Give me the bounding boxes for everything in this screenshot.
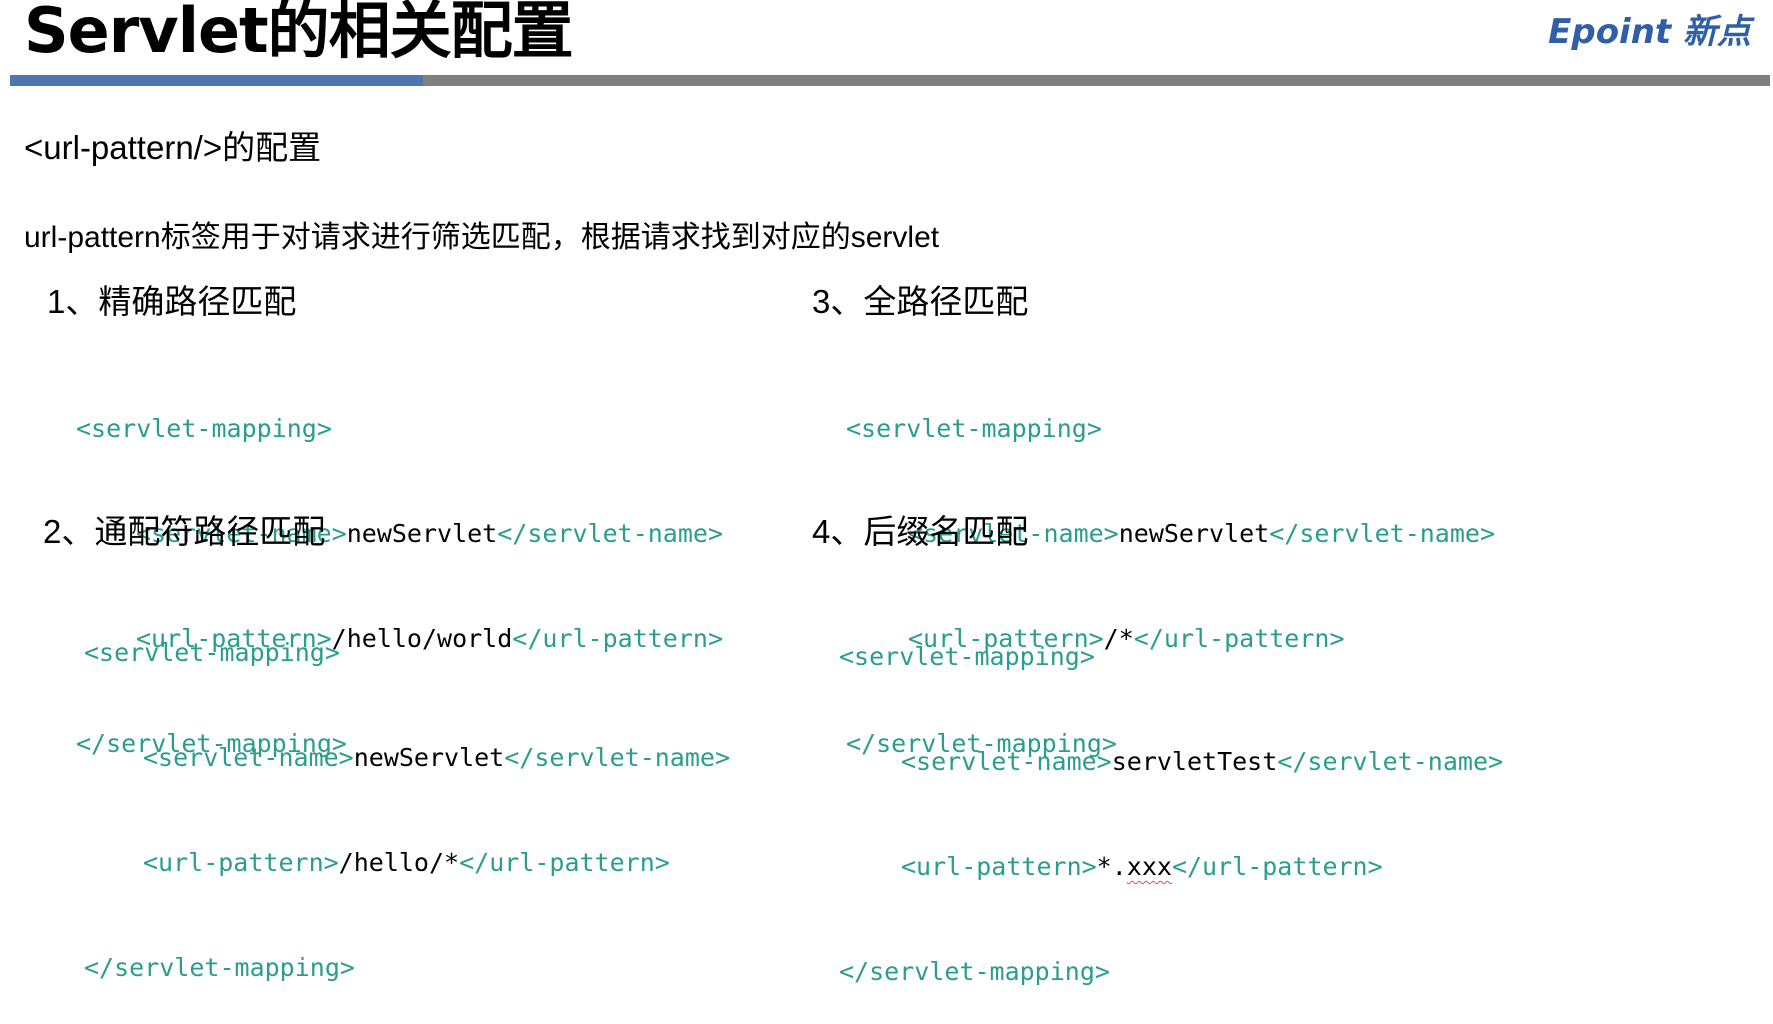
code-tag: <servlet-mapping> bbox=[839, 642, 1095, 671]
divider-accent-bar bbox=[10, 75, 423, 86]
code-line: <url-pattern>/hello/*</url-pattern> bbox=[84, 845, 730, 880]
code-value-spellcheck: xxx bbox=[1126, 852, 1172, 881]
code-line: </servlet-mapping> bbox=[839, 954, 1503, 989]
code-line: <servlet-name>servletTest</servlet-name> bbox=[839, 744, 1503, 779]
code-tag: <servlet-name> bbox=[901, 747, 1112, 776]
code-line: <servlet-mapping> bbox=[84, 635, 730, 670]
divider-gray-bar bbox=[423, 75, 1770, 86]
code-tag: <servlet-mapping> bbox=[76, 414, 332, 443]
code-tag: </servlet-name> bbox=[504, 743, 731, 772]
code-value: newServlet bbox=[1118, 519, 1270, 548]
section-4-heading: 4、后缀名匹配 bbox=[812, 513, 1029, 550]
code-tag: <servlet-name> bbox=[143, 743, 354, 772]
code-value: newServlet bbox=[346, 519, 498, 548]
code-value: *. bbox=[1096, 852, 1127, 881]
section-4-code: <servlet-mapping> <servlet-name>servletT… bbox=[839, 569, 1503, 1024]
section-2-code: <servlet-mapping> <servlet-name>newServl… bbox=[84, 565, 730, 1020]
code-line: <servlet-mapping> bbox=[76, 411, 723, 446]
code-value: newServlet bbox=[353, 743, 505, 772]
code-line: <url-pattern>*.xxx</url-pattern> bbox=[839, 849, 1503, 884]
code-value: servletTest bbox=[1111, 747, 1278, 776]
code-tag: <url-pattern> bbox=[901, 852, 1097, 881]
title-divider bbox=[10, 75, 1770, 86]
code-tag: </url-pattern> bbox=[1171, 852, 1383, 881]
section-2-heading: 2、通配符路径匹配 bbox=[43, 513, 326, 550]
code-tag: </servlet-mapping> bbox=[839, 957, 1110, 986]
section-1-heading: 1、精确路径匹配 bbox=[47, 283, 297, 320]
code-tag: </servlet-name> bbox=[497, 519, 724, 548]
code-line: <servlet-mapping> bbox=[846, 411, 1495, 446]
code-tag: <servlet-mapping> bbox=[846, 414, 1102, 443]
slide-title: Servlet的相关配置 bbox=[24, 0, 574, 67]
intro-text: url-pattern标签用于对请求进行筛选匹配，根据请求找到对应的servle… bbox=[24, 221, 940, 254]
code-tag: </url-pattern> bbox=[459, 848, 670, 877]
subheading: <url-pattern/>的配置 bbox=[24, 129, 322, 166]
code-tag: </servlet-name> bbox=[1269, 519, 1496, 548]
code-value: /hello/* bbox=[338, 848, 460, 877]
code-tag: <url-pattern> bbox=[143, 848, 339, 877]
code-tag: </servlet-name> bbox=[1277, 747, 1504, 776]
epoint-logo: Epoint 新点 bbox=[1548, 4, 1751, 53]
code-line: </servlet-mapping> bbox=[84, 950, 730, 985]
code-line: <servlet-name>newServlet</servlet-name> bbox=[84, 740, 730, 775]
logo-text: Epoint 新点 bbox=[1548, 12, 1751, 52]
section-3-heading: 3、全路径匹配 bbox=[812, 283, 1029, 320]
code-line: <servlet-mapping> bbox=[839, 639, 1503, 674]
code-tag: </servlet-mapping> bbox=[84, 953, 355, 982]
code-tag: <servlet-mapping> bbox=[84, 638, 340, 667]
